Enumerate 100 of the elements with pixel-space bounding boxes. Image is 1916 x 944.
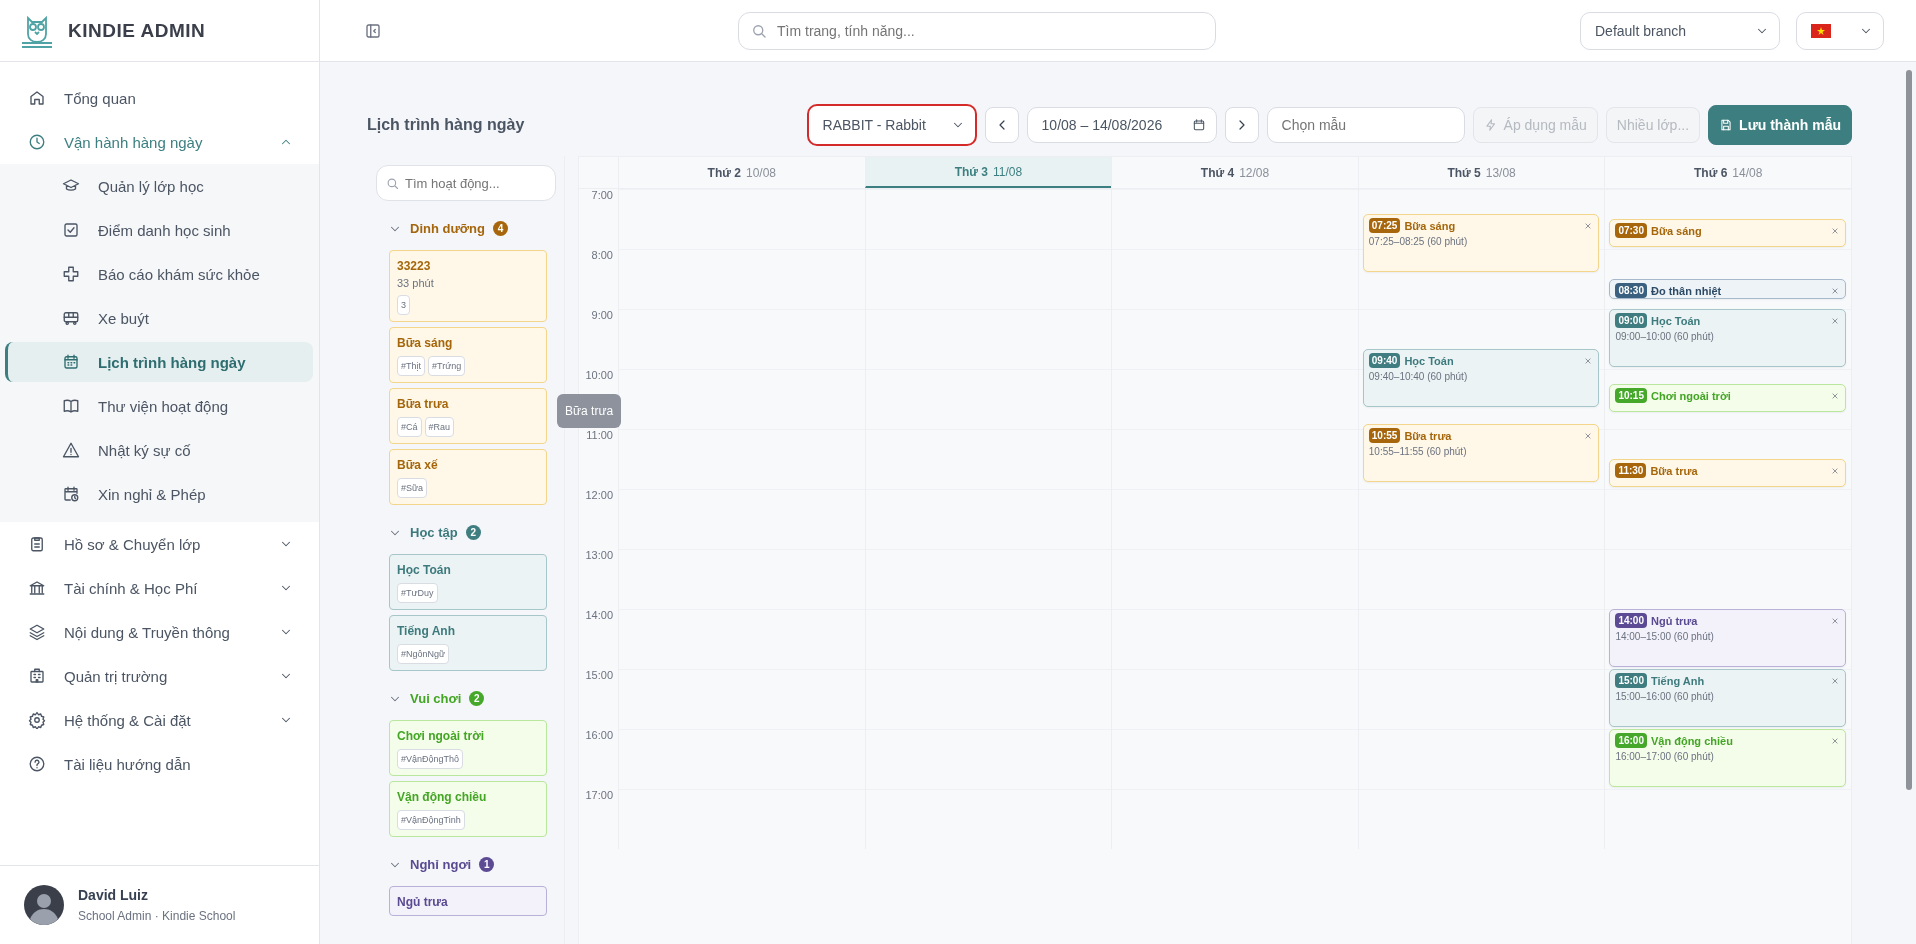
event-time-range: 09:00–10:00 (60 phút) (1615, 331, 1715, 342)
next-week-button[interactable] (1224, 107, 1259, 143)
activity-card[interactable]: Tiếng Anh #NgônNgữ (389, 615, 547, 671)
event-card[interactable]: 14:00 Ngủ trưa 14:00–15:00 (60 phút) (1609, 609, 1846, 667)
activity-card[interactable]: Bữa sáng #Thịt #Trứng (389, 327, 547, 383)
activity-name: Ngủ trưa (397, 895, 449, 909)
nav-subitem[interactable]: Điểm danh học sinh (5, 210, 313, 250)
time-badge: 09:40 (1368, 353, 1401, 368)
nav-subitem[interactable]: Xin nghỉ & Phép (5, 474, 313, 514)
event-card[interactable]: 10:55 Bữa trưa 10:55–11:55 (60 phút) (1362, 424, 1600, 482)
day-header[interactable]: Thứ 5 13/08 (1357, 157, 1605, 188)
lightning-icon (1483, 118, 1498, 132)
template-select[interactable]: Chọn mẫu (1266, 107, 1465, 143)
tag: #Rau (424, 417, 455, 437)
count-badge: 1 (479, 857, 495, 872)
branch-select[interactable]: Default branch (1580, 11, 1780, 50)
event-time-range: 09:40–10:40 (60 phút) (1368, 371, 1469, 382)
event-card[interactable]: 07:25 Bữa sáng 07:25–08:25 (60 phút) (1362, 214, 1600, 272)
nav-item[interactable]: Tổng quan (0, 76, 319, 120)
nav-subitem[interactable]: Lịch trình hàng ngày (5, 342, 313, 382)
nav-item[interactable]: Hệ thống & Cài đặt (0, 698, 319, 742)
gear-icon (28, 711, 46, 729)
class-select[interactable]: RABBIT - Rabbit (806, 104, 977, 146)
search-field[interactable]: Tìm trang, tính năng... (738, 11, 1216, 50)
date-range-field[interactable]: 10/08 – 14/08/2026 (1026, 107, 1217, 143)
group-title[interactable]: Dinh dưỡng (410, 221, 485, 236)
hour-label: 10:00 (585, 369, 613, 381)
tag: #VậnĐộngTinh (397, 810, 465, 830)
nav-subitem[interactable]: Báo cáo khám sức khỏe (5, 254, 313, 294)
event-card[interactable]: 16:00 Vận động chiều 16:00–17:00 (60 phút) (1609, 729, 1846, 787)
language-select[interactable] (1796, 11, 1884, 50)
event-time-range: 10:55–11:55 (60 phút) (1368, 446, 1468, 457)
group-title[interactable]: Học tập (410, 525, 458, 540)
activity-name: Chơi ngoài trời (397, 729, 486, 743)
activity-card[interactable]: Học Toán #TưDuy (389, 554, 547, 610)
event-title: Bữa trưa (1404, 429, 1453, 442)
brand-name: KINDIE ADMIN (68, 19, 206, 42)
avatar (24, 885, 64, 925)
event-time-range: 15:00–16:00 (60 phút) (1615, 691, 1715, 702)
tag: #Trứng (428, 356, 466, 376)
flag-icon (1811, 23, 1831, 38)
day-header[interactable]: Thứ 4 12/08 (1111, 157, 1358, 188)
nav-subitem[interactable]: Xe buýt (5, 298, 313, 338)
page-title: Lịch trình hàng ngày (367, 116, 526, 134)
save-template-button[interactable]: Lưu thành mẫu (1708, 105, 1852, 145)
event-card[interactable]: 09:40 Học Toán 09:40–10:40 (60 phút) (1362, 349, 1600, 407)
tag: #Cá (397, 417, 422, 437)
day-header[interactable]: Thứ 3 11/08 (864, 157, 1112, 188)
event-card[interactable]: 07:30 Bữa sáng (1609, 219, 1846, 247)
nav-item[interactable]: Nội dung & Truyền thông (0, 610, 319, 654)
event-title: Học Toán (1404, 354, 1455, 367)
nav-item[interactable]: Tài liệu hướng dẫn (0, 742, 319, 786)
hour-label: 8:00 (591, 249, 613, 261)
group-title[interactable]: Nghỉ ngơi (410, 857, 472, 872)
event-time-range: 16:00–17:00 (60 phút) (1615, 751, 1715, 762)
activity-card[interactable]: Bữa xế #Sữa (389, 449, 547, 505)
nav-item[interactable]: Vận hành hàng ngày (0, 120, 319, 164)
nav-item[interactable]: Tài chính & Học Phí (0, 566, 319, 610)
activity-card[interactable]: 33223 33 phút 3 (389, 250, 547, 322)
event-title: Ngủ trưa (1650, 614, 1699, 627)
hour-label: 7:00 (591, 189, 613, 201)
user-name: David Luiz (78, 887, 149, 903)
time-badge: 16:00 (1615, 733, 1647, 748)
event-card[interactable]: 10:15 Chơi ngoài trời (1609, 384, 1846, 412)
activity-search-field[interactable]: Tìm hoạt động... (376, 165, 556, 201)
time-badge: 07:25 (1368, 218, 1401, 233)
tag: 3 (397, 295, 410, 315)
event-card[interactable]: 11:30 Bữa trưa (1609, 459, 1846, 487)
sidebar-toggle-icon[interactable] (364, 21, 382, 40)
checkbox-icon (62, 221, 80, 239)
group-title[interactable]: Vui chơi (410, 691, 462, 706)
activity-card[interactable]: Chơi ngoài trời #VậnĐộngThô (389, 720, 547, 776)
event-title: Học Toán (1650, 314, 1702, 327)
nav-item[interactable]: Hồ sơ & Chuyển lớp (0, 522, 319, 566)
event-time-range: 07:25–08:25 (60 phút) (1368, 236, 1469, 247)
previous-week-button[interactable] (984, 107, 1019, 143)
nav-subitem[interactable]: Thư viện hoạt động (5, 386, 313, 426)
nav-subitem[interactable]: Nhật ký sự cố (5, 430, 313, 470)
scrollbar[interactable] (1906, 70, 1912, 790)
warning-icon (62, 441, 80, 459)
event-card[interactable]: 08:30 Đo thân nhiệt (1609, 279, 1846, 299)
clipboard-icon (28, 535, 46, 553)
nav-item[interactable]: Quản trị trường (0, 654, 319, 698)
day-header[interactable]: Thứ 2 10/08 (618, 157, 865, 188)
count-badge: 2 (465, 525, 481, 540)
time-badge: 10:55 (1368, 428, 1401, 443)
nav-subitem[interactable]: Quản lý lớp học (5, 166, 313, 206)
activity-card[interactable]: Ngủ trưa (389, 886, 547, 916)
event-card[interactable]: 15:00 Tiếng Anh 15:00–16:00 (60 phút) (1609, 669, 1846, 727)
home-icon (28, 89, 46, 107)
hour-label: 17:00 (585, 789, 613, 801)
activity-name: Tiếng Anh (397, 624, 456, 638)
event-card[interactable]: 09:00 Học Toán 09:00–10:00 (60 phút) (1609, 309, 1846, 367)
activity-card[interactable]: Vận động chiều #VậnĐộngTinh (389, 781, 547, 837)
tag: #VậnĐộngThô (397, 749, 464, 769)
building-icon (28, 667, 46, 685)
day-header[interactable]: Thứ 6 14/08 (1604, 157, 1851, 188)
layers-icon (28, 623, 46, 641)
activity-card[interactable]: Bữa trưa #Cá #Rau (389, 388, 547, 444)
tag: #NgônNgữ (397, 644, 450, 664)
